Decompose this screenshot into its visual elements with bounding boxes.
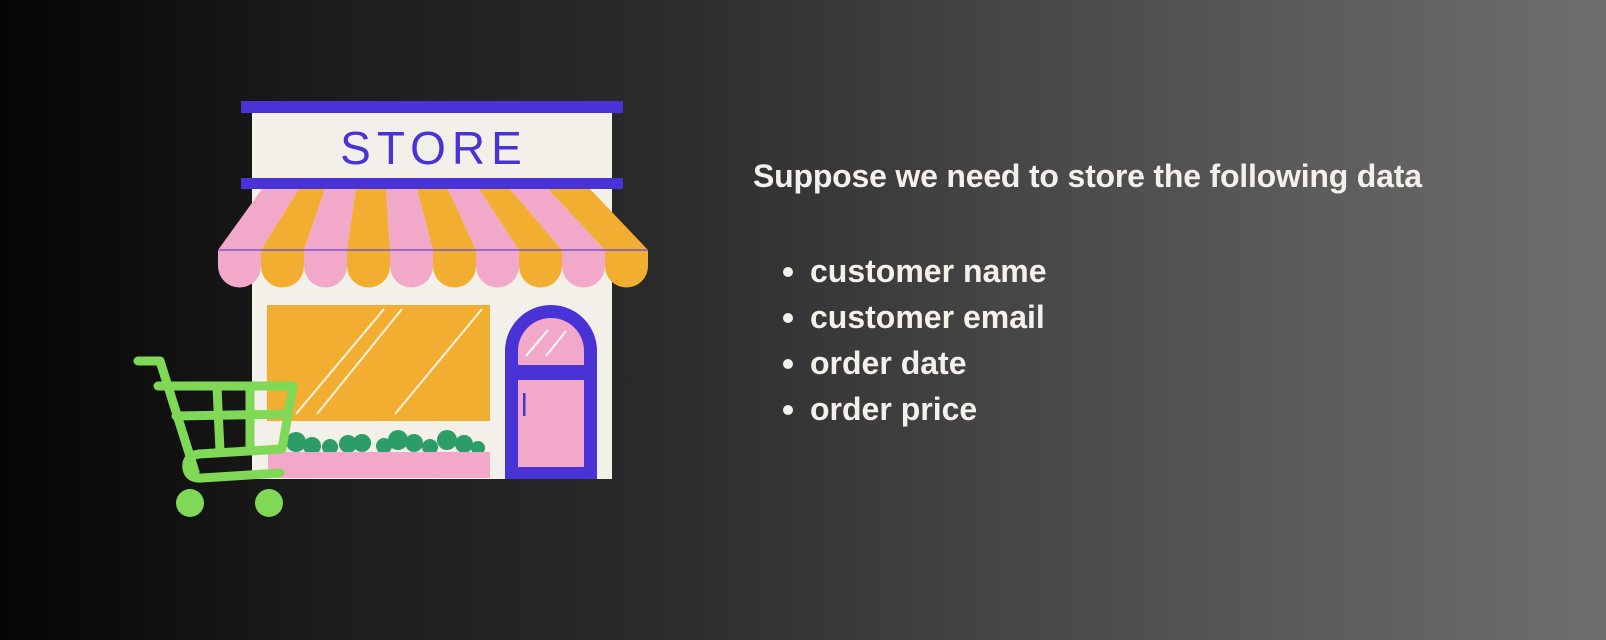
cart-wheel-left <box>176 489 204 517</box>
door-handle <box>523 393 526 416</box>
list-item: order date <box>783 340 1573 386</box>
bullet-icon <box>783 405 793 415</box>
store-window <box>267 305 490 421</box>
planter-box <box>268 452 490 478</box>
store-illustration: STORE <box>133 101 648 517</box>
data-field-list: customer name customer email order date … <box>753 248 1573 432</box>
list-item: order price <box>783 386 1573 432</box>
bullet-icon <box>783 267 793 277</box>
list-item-label: order date <box>810 345 967 381</box>
store-sign-bar <box>241 178 623 189</box>
bullet-icon <box>783 359 793 369</box>
store-sign-text: STORE <box>340 122 528 174</box>
slide-heading: Suppose we need to store the following d… <box>753 158 1422 194</box>
text-content: Suppose we need to store the following d… <box>753 156 1573 432</box>
store-door-panel <box>518 380 584 467</box>
cart-wheel-right <box>255 489 283 517</box>
list-item: customer email <box>783 294 1573 340</box>
list-item: customer name <box>783 248 1573 294</box>
list-item-label: customer name <box>810 253 1047 289</box>
store-roof-bar <box>241 101 623 113</box>
bullet-icon <box>783 313 793 323</box>
list-item-label: order price <box>810 391 978 427</box>
list-item-label: customer email <box>810 299 1045 335</box>
